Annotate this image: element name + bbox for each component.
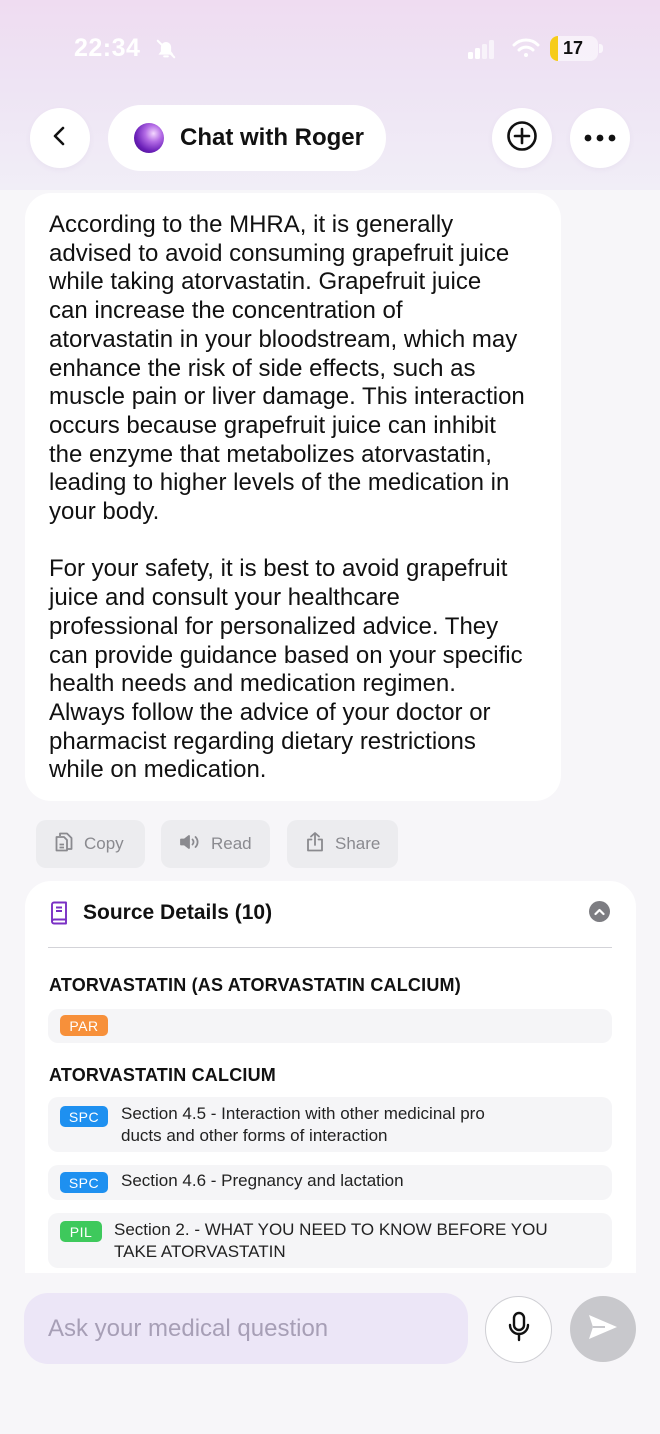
source-item-text: Section 4.5 - Interaction with other med… xyxy=(121,1104,485,1145)
share-label: Share xyxy=(335,834,381,853)
source-item[interactable]: PIL Section 2. - WHAT YOU NEED TO KNOW B… xyxy=(48,1213,612,1268)
battery-indicator: 17 xyxy=(550,36,598,61)
source-item[interactable]: SPC Section 4.6 - Pregnancy and lactatio… xyxy=(48,1165,612,1200)
send-icon xyxy=(587,1313,619,1346)
share-icon xyxy=(305,831,335,858)
source-details-card: Source Details (10) ATORVASTATIN (AS ATO… xyxy=(25,881,636,1281)
microphone-icon xyxy=(508,1311,530,1348)
source-group-title: ATORVASTATIN (AS ATORVASTATIN CALCIUM) xyxy=(49,975,461,995)
copy-button[interactable]: Copy xyxy=(36,820,145,868)
roger-logo-icon xyxy=(134,123,164,153)
assistant-message: According to the MHRA, it is generally a… xyxy=(25,193,561,801)
chevron-left-icon xyxy=(49,125,71,152)
par-badge: PAR xyxy=(60,1015,108,1036)
bell-slash-icon xyxy=(155,38,177,65)
source-item[interactable]: SPC Section 4.5 - Interaction with other… xyxy=(48,1097,612,1152)
cellular-signal-icon xyxy=(468,40,494,65)
ellipsis-icon xyxy=(584,129,616,147)
pil-badge: PIL xyxy=(60,1221,102,1242)
status-time: 22:34 xyxy=(74,34,141,62)
status-bar: 22:34 17 xyxy=(0,0,660,95)
source-item-text: Section 4.6 - Pregnancy and lactation xyxy=(121,1171,404,1190)
speaker-icon xyxy=(179,833,211,856)
message-paragraph: According to the MHRA, it is generally a… xyxy=(49,211,525,526)
chat-title-pill[interactable]: Chat with Roger xyxy=(108,105,386,171)
source-item-text: Section 2. - WHAT YOU NEED TO KNOW BEFOR… xyxy=(114,1220,548,1261)
copy-label: Copy xyxy=(84,834,124,853)
read-aloud-button[interactable]: Read xyxy=(161,820,270,868)
chevron-up-icon xyxy=(594,903,605,921)
wifi-icon xyxy=(512,37,540,64)
source-group-title: ATORVASTATIN CALCIUM xyxy=(49,1065,276,1085)
microphone-button[interactable] xyxy=(485,1296,552,1363)
send-button[interactable] xyxy=(570,1296,636,1362)
book-icon xyxy=(49,901,69,930)
page-title: Chat with Roger xyxy=(180,124,364,151)
divider xyxy=(48,947,612,948)
read-label: Read xyxy=(211,834,252,853)
spc-badge: SPC xyxy=(60,1172,108,1193)
ask-question-input[interactable] xyxy=(24,1293,468,1364)
source-details-title: Source Details (10) xyxy=(83,901,273,924)
share-button[interactable]: Share xyxy=(287,820,398,868)
spc-badge: SPC xyxy=(60,1106,108,1127)
collapse-sources-button[interactable] xyxy=(589,901,610,922)
battery-cap xyxy=(599,44,603,53)
plus-circle-icon xyxy=(506,120,538,157)
source-item[interactable]: PAR xyxy=(48,1009,612,1043)
more-options-button[interactable] xyxy=(570,108,630,168)
new-chat-button[interactable] xyxy=(492,108,552,168)
message-paragraph: For your safety, it is best to avoid gra… xyxy=(49,555,523,784)
back-button[interactable] xyxy=(30,108,90,168)
battery-level: 17 xyxy=(562,38,584,58)
copy-icon xyxy=(54,831,84,858)
